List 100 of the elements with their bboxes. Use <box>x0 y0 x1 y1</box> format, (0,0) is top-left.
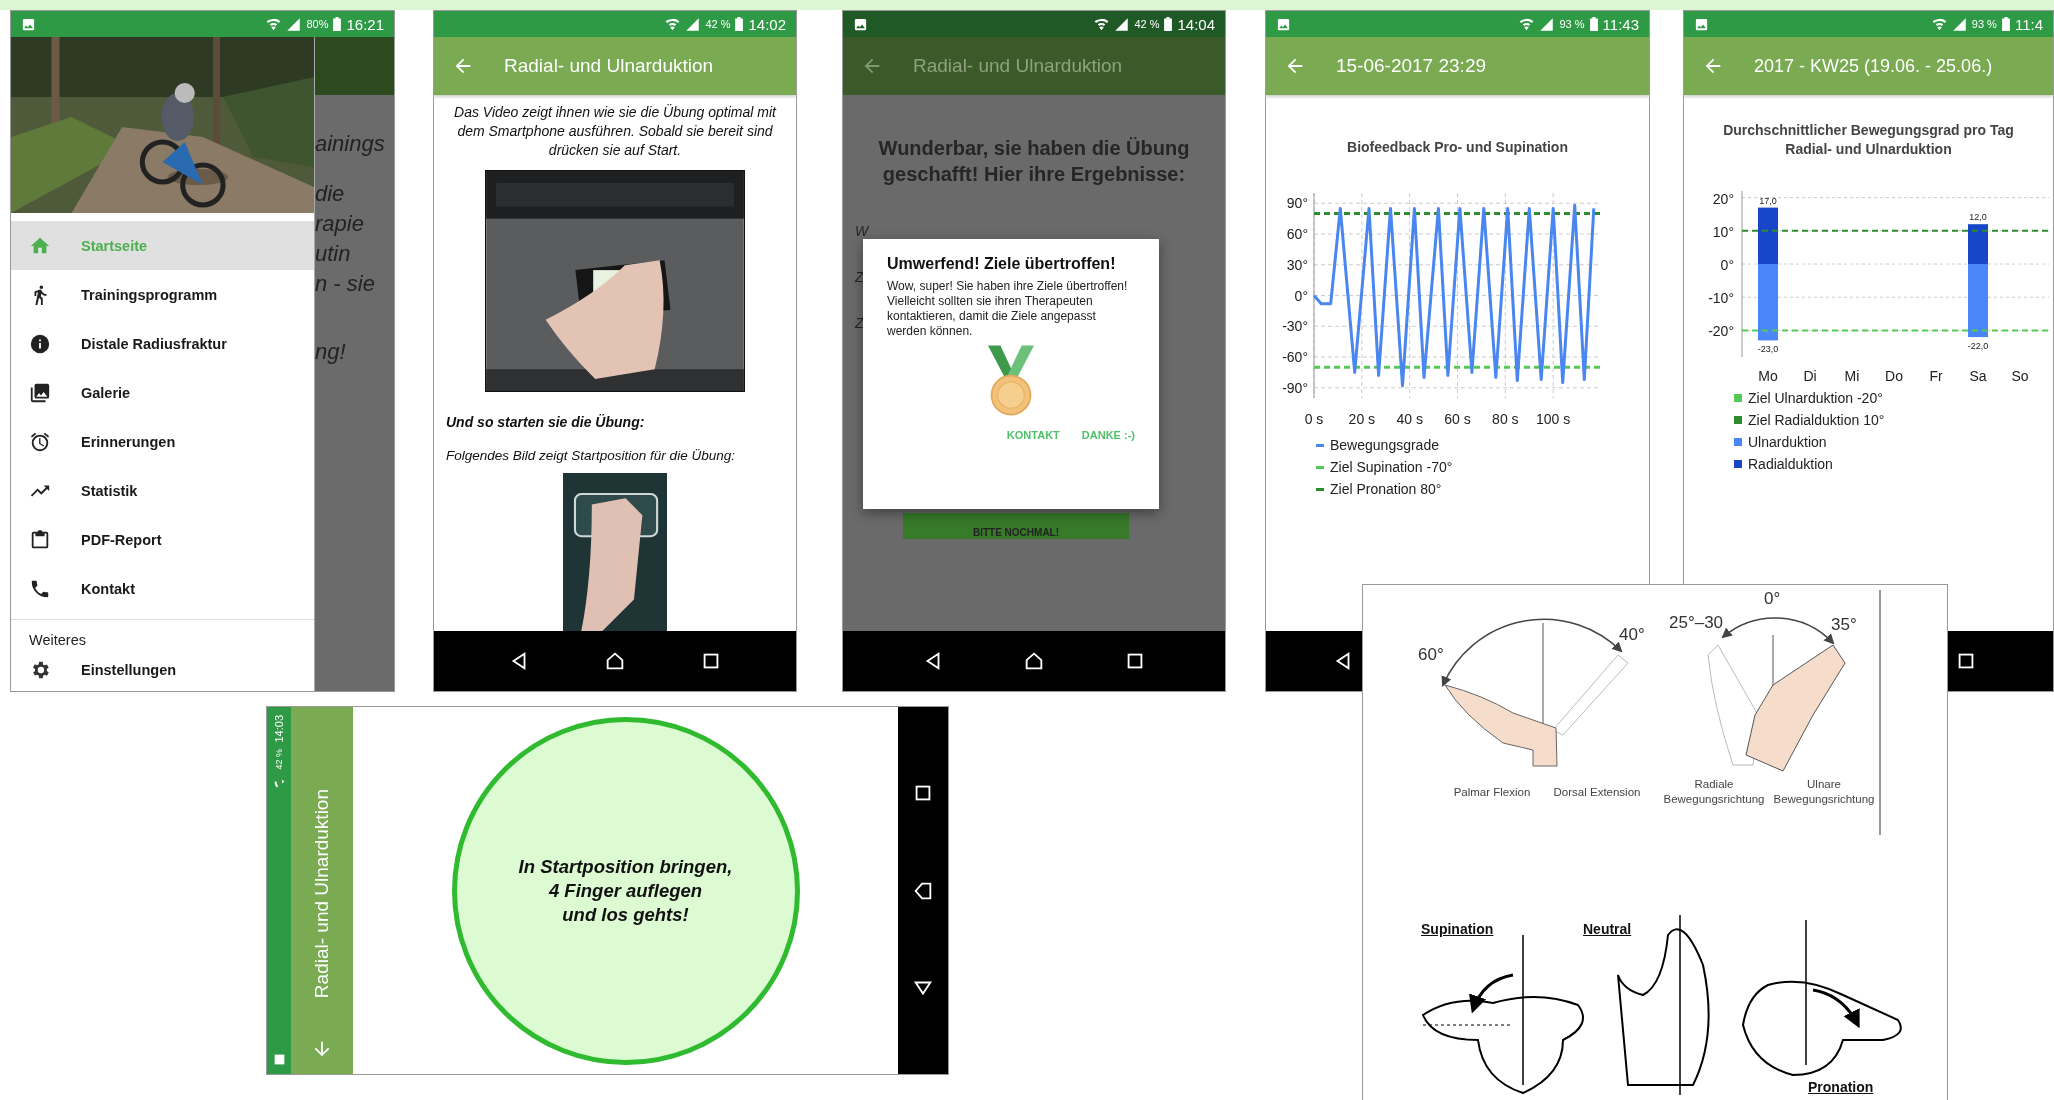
tick-label: 60 s <box>1444 411 1471 427</box>
tick-label: -20° <box>1708 323 1734 340</box>
legend-label: Ziel Supination -70° <box>1330 459 1453 475</box>
section-heading: Weiteres <box>28 631 87 650</box>
tick-label: 80 s <box>1492 411 1519 427</box>
category-label: So <box>2011 368 2029 384</box>
menu-item[interactable]: Trainingsprogramm <box>11 270 314 319</box>
figure-caption: Ulnare Bewegungsrichtung <box>1772 777 1876 807</box>
value-label: 12,0 <box>1969 212 1987 223</box>
home-icon[interactable] <box>1023 650 1045 672</box>
screen-title: Radial- und Ulnarduktion <box>504 55 714 77</box>
battery-level: 42 % <box>705 18 731 30</box>
category-label: Mo <box>1758 368 1778 384</box>
legend-label: Ziel Radialduktion 10° <box>1748 412 1885 428</box>
clock-time: 14:02 <box>748 15 786 33</box>
chart-title: Durchschnittlicher Bewegungsgrad pro Tag Radial- und Ulnarduktion <box>1722 121 2015 159</box>
bar <box>1758 207 1778 265</box>
tick-label: 100 s <box>1536 411 1571 427</box>
dialog-message: Wow, super! Sie haben ihre Ziele übertroffen! Vielleicht sollten sie ihren Therapeuten kontaktieren, damit die Ziele angepasst werden können. <box>887 279 1129 339</box>
dialog-title: Umwerfend! Ziele übertroffen! <box>887 255 1117 273</box>
background-text: die <box>315 180 345 208</box>
screen-title: Radial- und Ulnarduktion <box>311 788 333 998</box>
legend-label: Ziel Ulnarduktion -20° <box>1748 390 1883 406</box>
battery-icon <box>2001 17 2010 31</box>
figure-caption: Radiale Bewegungsrichtung <box>1662 777 1766 807</box>
value-label: -23,0 <box>1757 344 1779 355</box>
tick-label: 0 s <box>1304 411 1324 427</box>
figure-caption: Palmar Flexion <box>1452 785 1532 800</box>
battery-icon <box>1589 17 1598 31</box>
info-icon <box>29 332 51 355</box>
tick-label: -90° <box>1282 379 1308 396</box>
category-label: Do <box>1885 368 1903 384</box>
tick-label: 60° <box>1286 226 1308 242</box>
tick-label: 20° <box>1712 190 1734 207</box>
clipboard-icon <box>29 528 51 551</box>
screen-title: 15-06-2017 23:29 <box>1336 55 1486 77</box>
legend-label: Radialduktion <box>1748 456 1833 472</box>
angle-label: 40° <box>1619 625 1645 645</box>
legend-label: Bewegungsgrade <box>1330 437 1439 453</box>
value-label: 17,0 <box>1759 195 1777 206</box>
clock-time: 11:4 <box>2014 15 2043 33</box>
battery-level: 93 % <box>1971 18 1997 30</box>
battery-icon <box>333 17 342 31</box>
result-heading: Wunderbar, sie haben die Übung geschafft! Hier ihre Ergebnisse: <box>877 136 1191 187</box>
subheading: Und so starten sie die Übung: <box>446 414 645 430</box>
angle-label: 35° <box>1831 615 1857 635</box>
angle-label: 25°–30 <box>1669 613 1724 633</box>
battery-level: 80% <box>306 18 329 30</box>
caption-text: Folgendes Bild zeigt Startposition für die Übung: <box>446 448 735 463</box>
angle-label: 60° <box>1418 645 1444 665</box>
menu-item[interactable]: PDF-Report <box>11 515 314 564</box>
background-text: ainings <box>315 130 385 158</box>
tick-label: 0° <box>1720 257 1734 274</box>
home-icon[interactable] <box>604 650 626 672</box>
menu-item[interactable]: Einstellungen <box>11 650 314 690</box>
background-text: rapie <box>315 210 364 238</box>
battery-level: 42 % <box>274 748 284 770</box>
category-label: Sa <box>1969 368 1987 384</box>
start-touch-area[interactable]: In Startposition bringen, 4 Finger auflegen und los gehts! <box>451 716 800 1065</box>
signal-icon <box>1951 16 1967 32</box>
signal-icon <box>286 16 302 32</box>
screen-title: 2017 - KW25 (19.06. - 25.06.) <box>1754 55 1993 77</box>
menu-item[interactable]: Statistik <box>11 466 314 515</box>
menu-item[interactable]: Galerie <box>11 368 314 417</box>
menu-item[interactable]: Distale Radiusfraktur <box>11 319 314 368</box>
signal-icon <box>1114 16 1130 32</box>
gallery-icon <box>29 381 51 404</box>
clock-time: 14:03 <box>273 715 285 743</box>
menu-item[interactable]: Erinnerungen <box>11 417 314 466</box>
tick-label: -60° <box>1282 349 1308 365</box>
medal-icon <box>988 345 1034 417</box>
menu-item[interactable]: Kontakt <box>11 564 314 613</box>
clock-time: 16:21 <box>346 15 384 33</box>
screen-title: Radial- und Ulnarduktion <box>913 55 1123 77</box>
value-label: -22,0 <box>1967 341 1989 352</box>
battery-level: 93 % <box>1559 18 1585 30</box>
tick-label: 0° <box>1294 287 1308 304</box>
figure-label: Supination <box>1421 921 1494 937</box>
background-text: W <box>855 223 869 239</box>
legend-label: Ziel Pronation 80° <box>1330 481 1442 497</box>
figure-label: Neutral <box>1583 921 1632 937</box>
legend-label: Ulnarduktion <box>1748 434 1827 450</box>
tick-label: -30° <box>1282 318 1308 335</box>
battery-icon <box>735 17 744 31</box>
signal-icon <box>1539 16 1555 32</box>
background-text: ng! <box>315 338 346 366</box>
tick-label: 30° <box>1286 256 1308 273</box>
category-label: Fr <box>1929 368 1943 384</box>
clock-time: 11:43 <box>1602 15 1639 33</box>
tick-label: 40 s <box>1396 411 1423 427</box>
category-label: Di <box>1803 368 1817 384</box>
category-label: Mi <box>1844 368 1860 384</box>
figure-caption: Dorsal Extension <box>1552 785 1642 800</box>
chart-title: Biofeedback Pro- und Supination <box>1346 139 1569 155</box>
angle-label: 0° <box>1764 589 1781 609</box>
background-text: utin <box>315 240 351 268</box>
background-text: Z <box>855 315 864 331</box>
figure-label: Pronation <box>1808 1079 1874 1095</box>
tick-label: -10° <box>1708 290 1734 307</box>
background-text: Z <box>855 269 864 285</box>
